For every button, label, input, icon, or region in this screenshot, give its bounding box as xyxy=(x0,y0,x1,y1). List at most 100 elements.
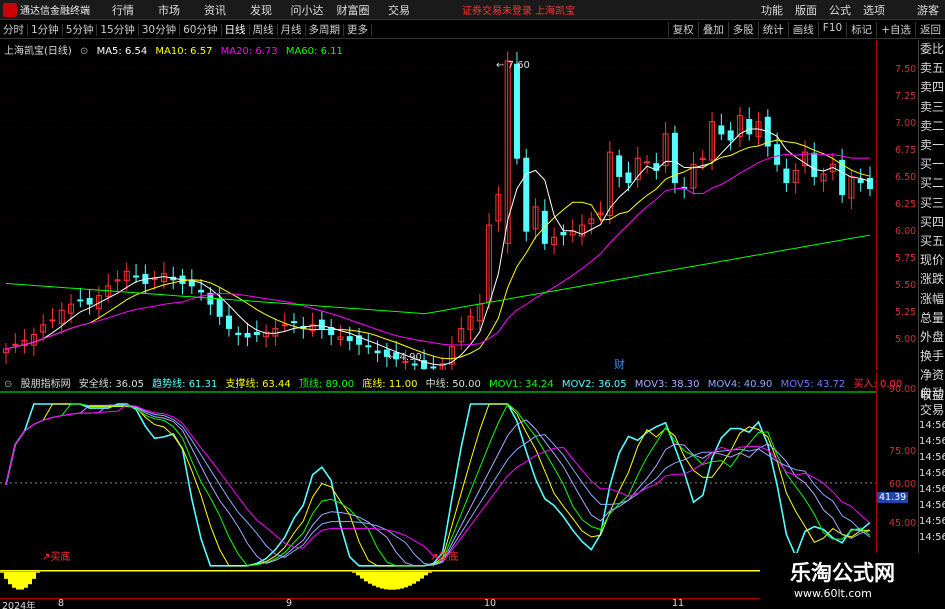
date-month-11: 11 xyxy=(672,598,685,609)
side-item[interactable]: 买三 xyxy=(919,194,945,213)
tick-time: 14:56 xyxy=(919,420,945,431)
candle-body xyxy=(560,231,567,236)
candle-body xyxy=(867,177,873,190)
side-item[interactable]: 买四 xyxy=(919,213,945,232)
candle-body xyxy=(523,157,530,232)
buy-histogram-bar xyxy=(0,571,4,573)
guest-button[interactable]: 游客 xyxy=(911,2,945,18)
buy-histogram-bar xyxy=(20,571,24,590)
buy-signal-1: ↗买底 xyxy=(42,550,70,563)
tool-diejia[interactable]: 叠加 xyxy=(697,22,728,37)
tool-duogu[interactable]: 多股 xyxy=(727,22,758,37)
tab-more[interactable]: 更多 xyxy=(344,24,372,36)
date-month-9: 9 xyxy=(286,598,293,609)
menu-gongneng[interactable]: 功能 xyxy=(755,2,789,18)
side-item[interactable]: 总量 xyxy=(919,309,945,328)
side-item[interactable]: 买五 xyxy=(919,232,945,251)
candle-body xyxy=(644,161,651,164)
side-item[interactable]: 卖四 xyxy=(919,78,945,97)
side-item[interactable]: 买一 xyxy=(919,155,945,174)
tab-5min[interactable]: 5分钟 xyxy=(62,24,98,36)
side-item[interactable]: 涨幅 xyxy=(919,290,945,309)
login-warning[interactable]: 证券交易未登录 上海凯宝 xyxy=(462,2,575,17)
menu-jiaoyi[interactable]: 交易 xyxy=(376,2,422,18)
tick-time: 14:56 xyxy=(919,532,945,543)
side-item[interactable]: 卖五 xyxy=(919,59,945,78)
tab-60min[interactable]: 60分钟 xyxy=(180,24,222,36)
candle-body xyxy=(718,125,725,135)
tool-biaoji[interactable]: 标记 xyxy=(846,22,876,37)
buy-histogram-bar xyxy=(16,571,20,590)
menu-zixun[interactable]: 资讯 xyxy=(192,2,238,18)
tool-tongji[interactable]: 统计 xyxy=(757,22,788,37)
menu-shichang[interactable]: 市场 xyxy=(146,2,192,18)
app-title: 通达信金融终端 xyxy=(20,6,90,17)
ma5-line xyxy=(5,128,871,366)
menu-xuanxiang[interactable]: 选项 xyxy=(857,2,891,18)
buy-histogram-bar xyxy=(412,571,416,584)
candle-body xyxy=(198,289,205,293)
tab-15min[interactable]: 15分钟 xyxy=(97,24,139,36)
menu-wenxiaoda[interactable]: 问小达 xyxy=(284,2,330,18)
buy-histogram-bar xyxy=(416,571,420,582)
candle-body xyxy=(188,280,195,287)
tab-fenshi[interactable]: 分时 xyxy=(0,24,28,36)
candle-body xyxy=(86,298,93,305)
tool-fuquan[interactable]: 复权 xyxy=(667,22,698,37)
tab-monthly[interactable]: 月线 xyxy=(277,24,306,36)
candle-body xyxy=(281,324,288,327)
tab-multi[interactable]: 多周期 xyxy=(305,24,344,36)
price-axis: 7.50 7.25 7.00 6.75 6.50 6.25 6.00 5.75 … xyxy=(876,40,918,370)
side-item[interactable]: 卖三 xyxy=(919,98,945,117)
menu-faxian[interactable]: 发现 xyxy=(238,2,284,18)
tick-time: 14:56 xyxy=(919,468,945,479)
side-item[interactable]: 卖二 xyxy=(919,117,945,136)
tool-fanhui[interactable]: 返回 xyxy=(915,22,945,37)
app-logo-icon xyxy=(3,2,17,17)
kline-chart[interactable]: ← 7.60 ← 4.90 财 xyxy=(0,40,918,370)
tool-huaxian[interactable]: 画线 xyxy=(787,22,818,37)
side-auto[interactable]: 自动 xyxy=(919,384,945,401)
side-item[interactable]: 净资 xyxy=(919,366,945,385)
side-item[interactable]: 涨跌 xyxy=(919,270,945,289)
side-item[interactable]: 买二 xyxy=(919,174,945,193)
side-item[interactable]: 卖一 xyxy=(919,136,945,155)
candle-body xyxy=(133,275,140,278)
candle-body xyxy=(857,178,864,184)
candle-body xyxy=(365,345,372,348)
tab-30min[interactable]: 30分钟 xyxy=(138,24,181,36)
tool-zixuan[interactable]: +自选 xyxy=(876,22,915,37)
buy-histogram-bar xyxy=(32,571,36,579)
side-item[interactable]: 现价 xyxy=(919,251,945,270)
price-tick: 7.25 xyxy=(895,91,917,102)
menu-hangqing[interactable]: 行情 xyxy=(100,2,146,18)
candle-body xyxy=(774,144,781,165)
side-trade[interactable]: 交易 xyxy=(919,401,945,418)
buy-histogram-bar xyxy=(372,571,376,586)
buy-histogram-bar xyxy=(36,571,40,573)
side-item[interactable]: 换手 xyxy=(919,347,945,366)
indicator-mov-line xyxy=(5,403,871,567)
tool-f10[interactable]: F10 xyxy=(817,22,846,37)
trade-side-panel: 自动 交易 14:56 14:56 14:56 14:56 14:56 14:5… xyxy=(918,384,945,554)
sub-tick: 60.00 xyxy=(889,479,917,490)
buy-histogram-bar xyxy=(400,571,404,589)
candle-body xyxy=(374,350,381,354)
tab-daily[interactable]: 日线 xyxy=(221,24,250,36)
tab-weekly[interactable]: 周线 xyxy=(249,24,278,36)
period-bar: 分时 1分钟 5分钟 15分钟 30分钟 60分钟 日线 周线 月线 多周期 更多 复权 叠加 多股… xyxy=(0,21,945,39)
side-item[interactable]: 委比 xyxy=(919,40,945,59)
price-tick: 6.75 xyxy=(895,145,917,156)
menu-banmian[interactable]: 版面 xyxy=(789,2,823,18)
financial-report-marker: 财 xyxy=(614,357,625,370)
price-tick: 7.50 xyxy=(895,64,917,75)
menu-caifuquan[interactable]: 财富圈 xyxy=(330,2,376,18)
candle-body xyxy=(151,278,158,281)
menu-gongshi[interactable]: 公式 xyxy=(823,2,857,18)
price-tick: 5.50 xyxy=(895,280,917,291)
side-item[interactable]: 外盘 xyxy=(919,328,945,347)
buy-histogram-bar xyxy=(360,571,364,579)
tab-1min[interactable]: 1分钟 xyxy=(28,24,63,36)
watermark-title: 乐淘公式网 xyxy=(790,560,895,585)
candle-body xyxy=(318,319,325,329)
